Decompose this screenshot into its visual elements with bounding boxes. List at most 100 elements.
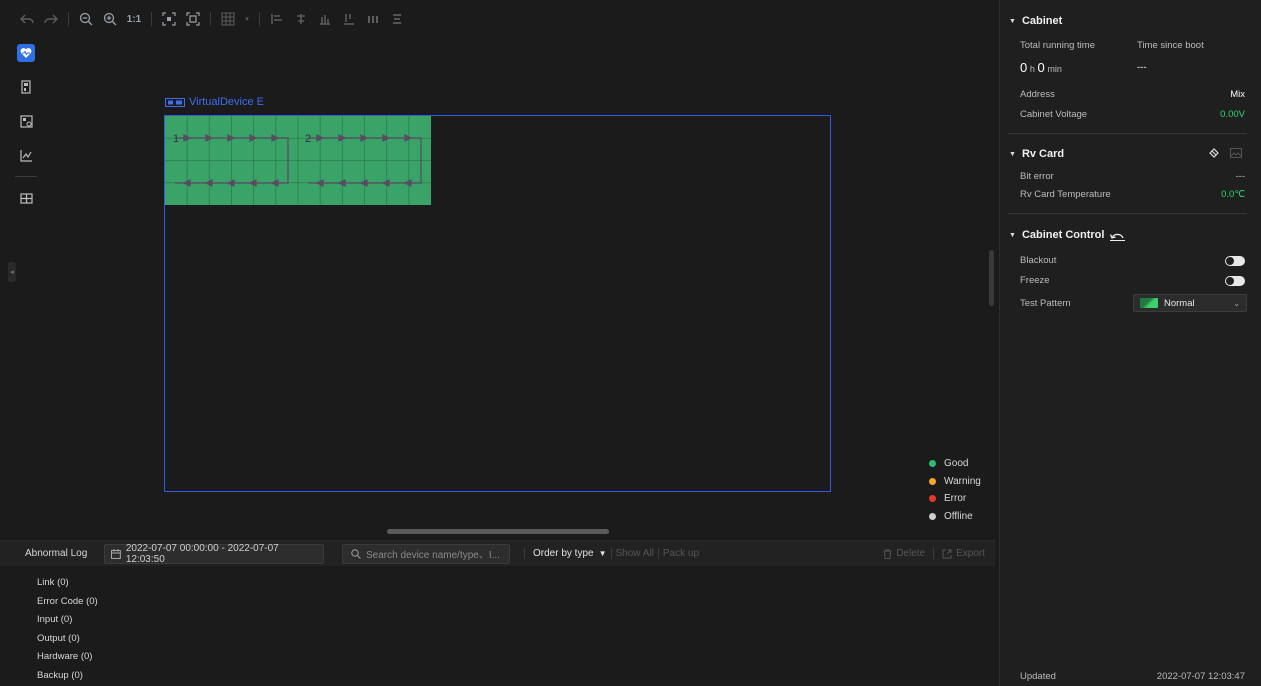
fit-icon[interactable] [160,10,178,28]
divider [1008,133,1247,134]
legend-label: Error [944,493,967,505]
rv-temp-label: Rv Card Temperature [1020,189,1111,200]
canvas-area[interactable]: 1:1 ▾ ◂ VirtualDevice E 1 2 Good Warning… [0,0,995,540]
log-category-link[interactable]: Link (0) [37,574,98,593]
blackout-toggle[interactable] [1225,255,1245,266]
rail-separator [15,176,37,177]
align-right-icon[interactable] [316,10,334,28]
chart-icon[interactable] [17,146,35,164]
redo-icon[interactable] [42,10,60,28]
toolbar-separator [151,12,152,26]
status-legend: Good Warning Error Offline [929,455,981,525]
cabinet-grid[interactable]: 1 2 [165,116,431,205]
toolbar-separator [210,12,211,26]
voltage-row: Cabinet Voltage 0.00V [1020,109,1245,120]
separator [610,548,612,559]
legend-warning: Warning [929,473,981,491]
toolbar-separator [259,12,260,26]
show-all-button[interactable]: Show All [616,548,654,559]
updated-label: Updated [1020,671,1056,682]
search-icon [351,548,361,559]
test-pattern-label: Test Pattern [1020,297,1071,309]
freeze-label: Freeze [1020,275,1050,286]
separator [657,548,659,559]
cabinet-section-header[interactable]: ▼ Cabinet [1009,15,1062,27]
receiving-card-icon[interactable] [17,78,35,96]
running-time-labels: Total running time Time since boot [1020,40,1245,51]
align-top-icon[interactable] [340,10,358,28]
properties-panel: ▼ Cabinet Total running time Time since … [999,0,1261,686]
rv-card-section-title: Rv Card [1021,148,1065,160]
actual-size-button[interactable]: 1:1 [125,10,143,28]
hours-unit: h [1029,64,1035,74]
zoom-out-icon[interactable] [77,10,95,28]
running-minutes: 0 [1037,60,1045,75]
cabinet-control-section-header[interactable]: ▼ Cabinet Control [1009,229,1126,241]
pattern-image-icon [1140,298,1158,308]
port-label-1: 1 [173,133,179,145]
log-category-input[interactable]: Input (0) [37,611,98,630]
toolbar-separator [68,12,69,26]
divider [1008,213,1247,214]
search-input[interactable]: Search device name/type、I... [342,543,510,564]
offline-dot-icon [929,512,936,520]
delete-button[interactable]: Delete [896,548,925,559]
cabinet-config-icon[interactable] [17,189,35,207]
running-hours: 0 [1020,60,1028,75]
distribute-h-icon[interactable] [364,10,382,28]
align-left-icon[interactable] [268,10,286,28]
error-dot-icon [929,495,936,503]
test-pattern-value: Normal [1164,297,1195,309]
caret-down-icon: ▼ [1009,17,1016,25]
cabinet-control-title: Cabinet Control [1021,229,1105,241]
image-icon[interactable] [1230,148,1242,158]
search-placeholder: Search device name/type、I... [366,550,500,561]
log-category-error-code[interactable]: Error Code (0) [37,593,98,612]
chevron-down-icon[interactable]: ▾ [243,10,251,28]
collapse-left-tab[interactable]: ◂ [8,262,16,282]
align-center-icon[interactable] [292,10,310,28]
log-category-backup[interactable]: Backup (0) [37,667,98,686]
center-icon[interactable] [184,10,202,28]
vertical-scrollbar[interactable] [989,250,994,306]
cabinet-icon[interactable] [17,112,35,130]
virtual-device-title[interactable]: VirtualDevice E [165,96,264,108]
zoom-in-icon[interactable] [101,10,119,28]
voltage-label: Cabinet Voltage [1020,109,1088,120]
address-label: Address [1020,89,1055,100]
undo-icon[interactable] [18,10,36,28]
pack-up-button[interactable]: Pack up [663,548,699,559]
chevron-down-icon: ▼ [598,549,607,558]
export-button[interactable]: Export [956,548,985,559]
log-category-output[interactable]: Output (0) [37,630,98,649]
freeze-toggle[interactable] [1225,275,1245,286]
horizontal-scrollbar[interactable] [387,529,609,534]
separator [933,548,935,559]
order-by-dropdown[interactable]: Order by type ▼ [524,548,607,559]
legend-label: Warning [944,475,981,487]
caret-down-icon: ▼ [1009,150,1016,158]
monitoring-icon[interactable] [17,44,35,62]
blackout-row: Blackout [1020,255,1245,266]
caret-down-icon: ▼ [1009,231,1016,239]
test-pattern-select[interactable]: Normal ⌄ [1133,294,1247,312]
link-icon[interactable] [1208,147,1220,159]
legend-label: Offline [944,510,973,522]
log-category-hardware[interactable]: Hardware (0) [37,648,98,667]
time-since-boot-label: Time since boot [1137,40,1204,51]
reset-icon[interactable] [1110,230,1126,241]
voltage-value: 0.00V [1220,109,1245,120]
grid-icon[interactable] [219,10,237,28]
bit-error-value: --- [1235,171,1246,182]
distribute-v-icon[interactable] [388,10,406,28]
chevron-down-icon: ⌄ [1233,298,1240,308]
bit-error-row: Bit error --- [1020,171,1245,182]
warning-dot-icon [929,477,936,485]
log-title: Abnormal Log [25,548,88,559]
legend-offline: Offline [929,508,981,526]
date-range-picker[interactable]: 2022-07-07 00:00:00 - 2022-07-07 12:03:5… [104,543,324,565]
trash-icon [883,548,892,559]
total-running-value: 0 h 0 min [1020,60,1137,75]
rv-card-section-header[interactable]: ▼ Rv Card [1009,148,1064,160]
log-category-list: Link (0) Error Code (0) Input (0) Output… [37,574,98,685]
